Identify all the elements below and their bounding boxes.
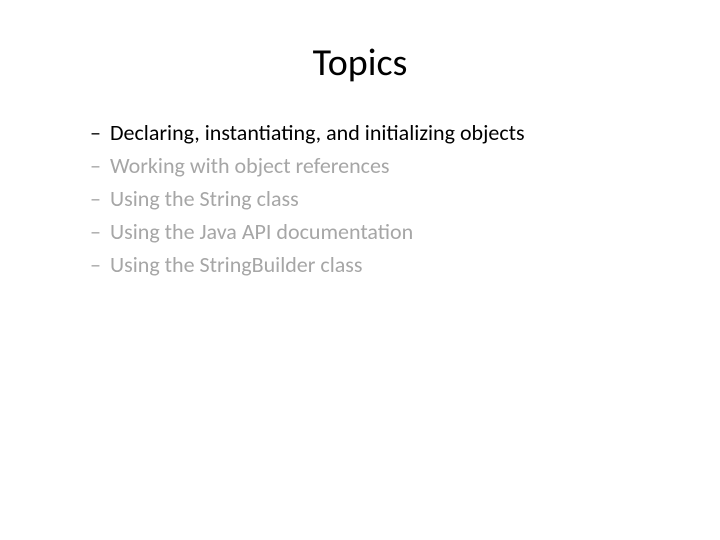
list-item: Using the Java API documentation (90, 215, 660, 248)
list-item: Using the String class (90, 182, 660, 215)
page-title: Topics (60, 40, 660, 86)
list-item: Working with object references (90, 149, 660, 182)
topic-list: Declaring, instantiating, and initializi… (60, 116, 660, 281)
list-item: Declaring, instantiating, and initializi… (90, 116, 660, 149)
slide: Topics Declaring, instantiating, and ini… (0, 0, 720, 540)
list-item: Using the StringBuilder class (90, 248, 660, 281)
